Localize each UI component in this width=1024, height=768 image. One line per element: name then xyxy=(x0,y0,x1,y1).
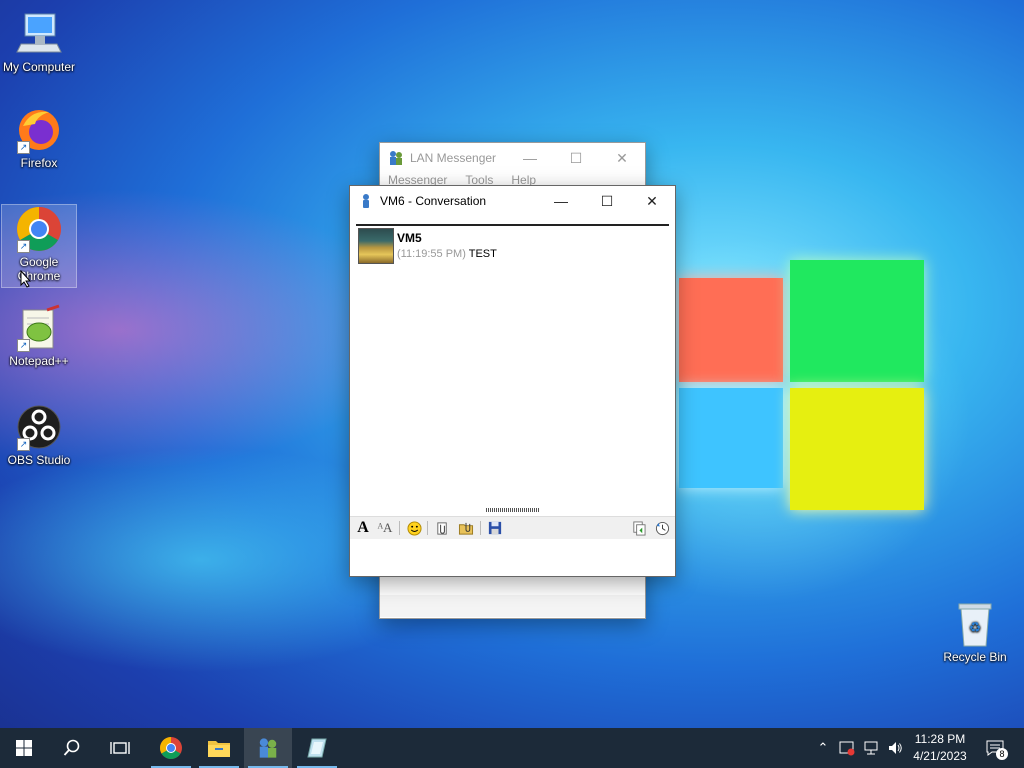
desktop-icon-label: Firefox xyxy=(20,156,58,170)
conversation-titlebar[interactable]: VM6 - Conversation — ☐ ✕ xyxy=(350,186,675,216)
taskbar-file-explorer[interactable] xyxy=(195,728,243,768)
task-view-icon xyxy=(110,742,130,754)
message-input[interactable] xyxy=(350,539,675,575)
conversation-toolbar: A ᴬA xyxy=(350,516,675,540)
desktop-icon-obs-studio[interactable]: ↗ OBS Studio xyxy=(2,403,76,467)
desktop-icon-notepad-plus-plus[interactable]: ↗ Notepad++ xyxy=(2,304,76,368)
mouse-cursor xyxy=(20,269,32,291)
close-button[interactable]: ✕ xyxy=(629,186,675,216)
font-icon[interactable]: A xyxy=(353,519,373,537)
smiley-icon[interactable] xyxy=(404,519,424,537)
desktop-icon-label: Recycle Bin xyxy=(943,650,1007,664)
desktop-icon-google-chrome[interactable]: ↗ Google Chrome xyxy=(1,204,77,288)
taskbar-app[interactable] xyxy=(293,728,341,768)
lan-messenger-icon xyxy=(259,738,277,758)
search-button[interactable] xyxy=(48,728,96,768)
message-text: TEST xyxy=(468,248,497,260)
lan-messenger-titlebar[interactable]: LAN Messenger — ☐ ✕ xyxy=(380,143,645,173)
minimize-button[interactable]: — xyxy=(538,186,584,216)
clock-time: 11:28 PM xyxy=(914,732,966,746)
security-icon[interactable] xyxy=(836,728,858,768)
desktop-icon-label: OBS Studio xyxy=(7,453,71,467)
notepad-plus-plus-icon: ↗ xyxy=(15,304,63,352)
chrome-icon xyxy=(160,737,182,759)
task-view-button[interactable] xyxy=(96,728,144,768)
desktop-icon-label: Google Chrome xyxy=(17,255,61,283)
taskbar: ⌃ 11:28 PM 4/21/2023 8 xyxy=(0,728,1024,768)
svg-text:♻: ♻ xyxy=(969,619,982,635)
avatar xyxy=(358,228,394,264)
conversation-icon xyxy=(358,193,374,209)
desktop-icon-label: Notepad++ xyxy=(9,354,69,368)
windows-logo-wallpaper xyxy=(676,258,926,510)
desktop-icon-label: My Computer xyxy=(2,60,76,74)
taskbar-chrome[interactable] xyxy=(147,728,195,768)
minimize-button[interactable]: — xyxy=(507,143,553,173)
notification-center-button[interactable]: 8 xyxy=(980,728,1010,768)
app-icon xyxy=(307,738,327,758)
windows-icon xyxy=(16,740,32,756)
window-title: LAN Messenger xyxy=(410,151,497,165)
message-history[interactable]: VM5 (11:19:55 PM) TEST xyxy=(356,224,669,506)
message-time: (11:19:55 PM) xyxy=(397,248,466,260)
search-icon xyxy=(63,739,80,756)
close-button[interactable]: ✕ xyxy=(599,143,645,173)
chrome-icon: ↗ xyxy=(15,205,63,253)
maximize-button[interactable]: ☐ xyxy=(553,143,599,173)
network-icon[interactable] xyxy=(860,728,882,768)
attach-folder-icon[interactable] xyxy=(456,519,476,537)
attach-file-icon[interactable] xyxy=(432,519,452,537)
taskbar-lan-messenger[interactable] xyxy=(244,728,292,768)
splitter-handle[interactable] xyxy=(486,508,540,512)
desktop-icon-firefox[interactable]: ↗ Firefox xyxy=(2,106,76,170)
computer-icon xyxy=(15,10,63,58)
obs-icon: ↗ xyxy=(15,403,63,451)
maximize-button[interactable]: ☐ xyxy=(584,186,630,216)
tray-overflow-icon[interactable]: ⌃ xyxy=(812,728,834,768)
folder-icon xyxy=(208,741,230,757)
desktop-icon-recycle-bin[interactable]: ♻ Recycle Bin xyxy=(938,600,1012,664)
clock-date: 4/21/2023 xyxy=(913,749,967,763)
save-icon[interactable] xyxy=(485,519,505,537)
copy-history-icon[interactable] xyxy=(628,519,648,537)
recycle-bin-icon: ♻ xyxy=(951,600,999,648)
status-bar xyxy=(380,595,645,617)
window-title: VM6 - Conversation xyxy=(380,194,487,208)
firefox-icon: ↗ xyxy=(15,106,63,154)
conversation-window[interactable]: VM6 - Conversation — ☐ ✕ VM5 (11:19:55 P… xyxy=(349,185,676,577)
message-line: (11:19:55 PM) TEST xyxy=(397,248,497,260)
font-style-icon[interactable]: ᴬA xyxy=(375,519,395,537)
volume-icon[interactable] xyxy=(884,728,906,768)
notification-badge: 8 xyxy=(996,748,1008,760)
lan-messenger-icon xyxy=(388,150,404,166)
taskbar-clock[interactable]: 11:28 PM 4/21/2023 xyxy=(908,731,972,765)
message-sender: VM5 xyxy=(397,231,422,245)
start-button[interactable] xyxy=(0,728,48,768)
desktop-icon-my-computer[interactable]: My Computer xyxy=(2,10,76,74)
history-icon[interactable] xyxy=(652,519,672,537)
